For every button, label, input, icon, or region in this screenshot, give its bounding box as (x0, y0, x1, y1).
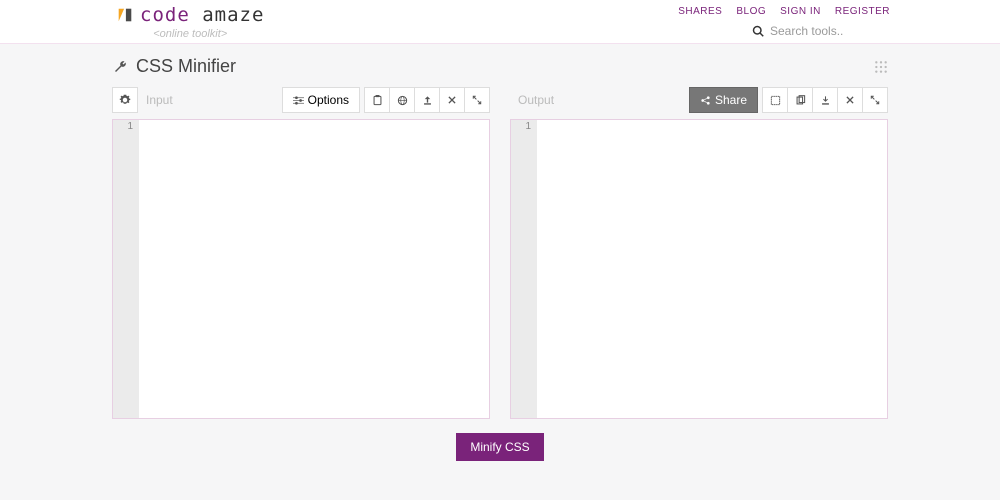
copy-button[interactable] (787, 87, 813, 113)
nav-register[interactable]: REGISTER (835, 6, 890, 17)
nav-shares[interactable]: SHARES (678, 6, 722, 17)
panels: Input Options (112, 87, 888, 419)
input-editor[interactable]: 1 (112, 119, 490, 419)
output-placeholder: Output (510, 93, 685, 107)
search[interactable] (752, 24, 890, 38)
search-input[interactable] (770, 24, 890, 38)
close-icon (447, 95, 457, 105)
clipboard-icon (372, 95, 383, 106)
options-button[interactable]: Options (282, 87, 360, 113)
download-icon (820, 95, 831, 106)
expand-icon (472, 95, 482, 105)
nav-links: SHARES BLOG SIGN IN REGISTER (678, 6, 890, 17)
input-expand-button[interactable] (464, 87, 490, 113)
main-container: CSS Minifier Input (112, 44, 888, 461)
output-toolbar: Output Share (510, 87, 888, 113)
load-url-button[interactable] (389, 87, 415, 113)
copy-icon (795, 95, 806, 106)
input-gutter: 1 (113, 120, 139, 418)
logo[interactable]: code amaze <online toolkit> (116, 4, 264, 40)
output-panel: Output Share (510, 87, 888, 419)
input-toolbar: Input Options (112, 87, 490, 113)
output-expand-button[interactable] (862, 87, 888, 113)
minify-button[interactable]: Minify CSS (456, 433, 543, 461)
upload-button[interactable] (414, 87, 440, 113)
input-settings-button[interactable] (112, 87, 138, 113)
sliders-icon (293, 95, 304, 106)
input-clear-button[interactable] (439, 87, 465, 113)
share-icon (700, 95, 711, 106)
grid-dots-icon[interactable] (874, 60, 888, 74)
select-all-button[interactable] (762, 87, 788, 113)
download-button[interactable] (812, 87, 838, 113)
globe-icon (397, 95, 408, 106)
logo-tagline: <online toolkit> (116, 28, 264, 40)
nav-blog[interactable]: BLOG (736, 6, 766, 17)
upload-icon (422, 95, 433, 106)
wrench-icon (112, 59, 128, 75)
logo-mark-icon (116, 6, 134, 24)
output-gutter: 1 (511, 120, 537, 418)
output-code-area (537, 120, 887, 418)
logo-text: code amaze (140, 4, 264, 26)
action-row: Minify CSS (112, 433, 888, 461)
select-all-icon (770, 95, 781, 106)
close-icon (845, 95, 855, 105)
expand-icon (870, 95, 880, 105)
output-clear-button[interactable] (837, 87, 863, 113)
title-row: CSS Minifier (112, 56, 888, 77)
output-editor: 1 (510, 119, 888, 419)
share-button[interactable]: Share (689, 87, 758, 113)
input-placeholder: Input (138, 93, 278, 107)
output-btn-group (762, 87, 888, 113)
input-code-area[interactable] (139, 120, 489, 418)
nav-signin[interactable]: SIGN IN (780, 6, 821, 17)
page-title: CSS Minifier (136, 56, 236, 77)
search-icon (752, 25, 764, 37)
input-panel: Input Options (112, 87, 490, 419)
gear-icon (119, 94, 131, 106)
input-btn-group (364, 87, 490, 113)
paste-button[interactable] (364, 87, 390, 113)
